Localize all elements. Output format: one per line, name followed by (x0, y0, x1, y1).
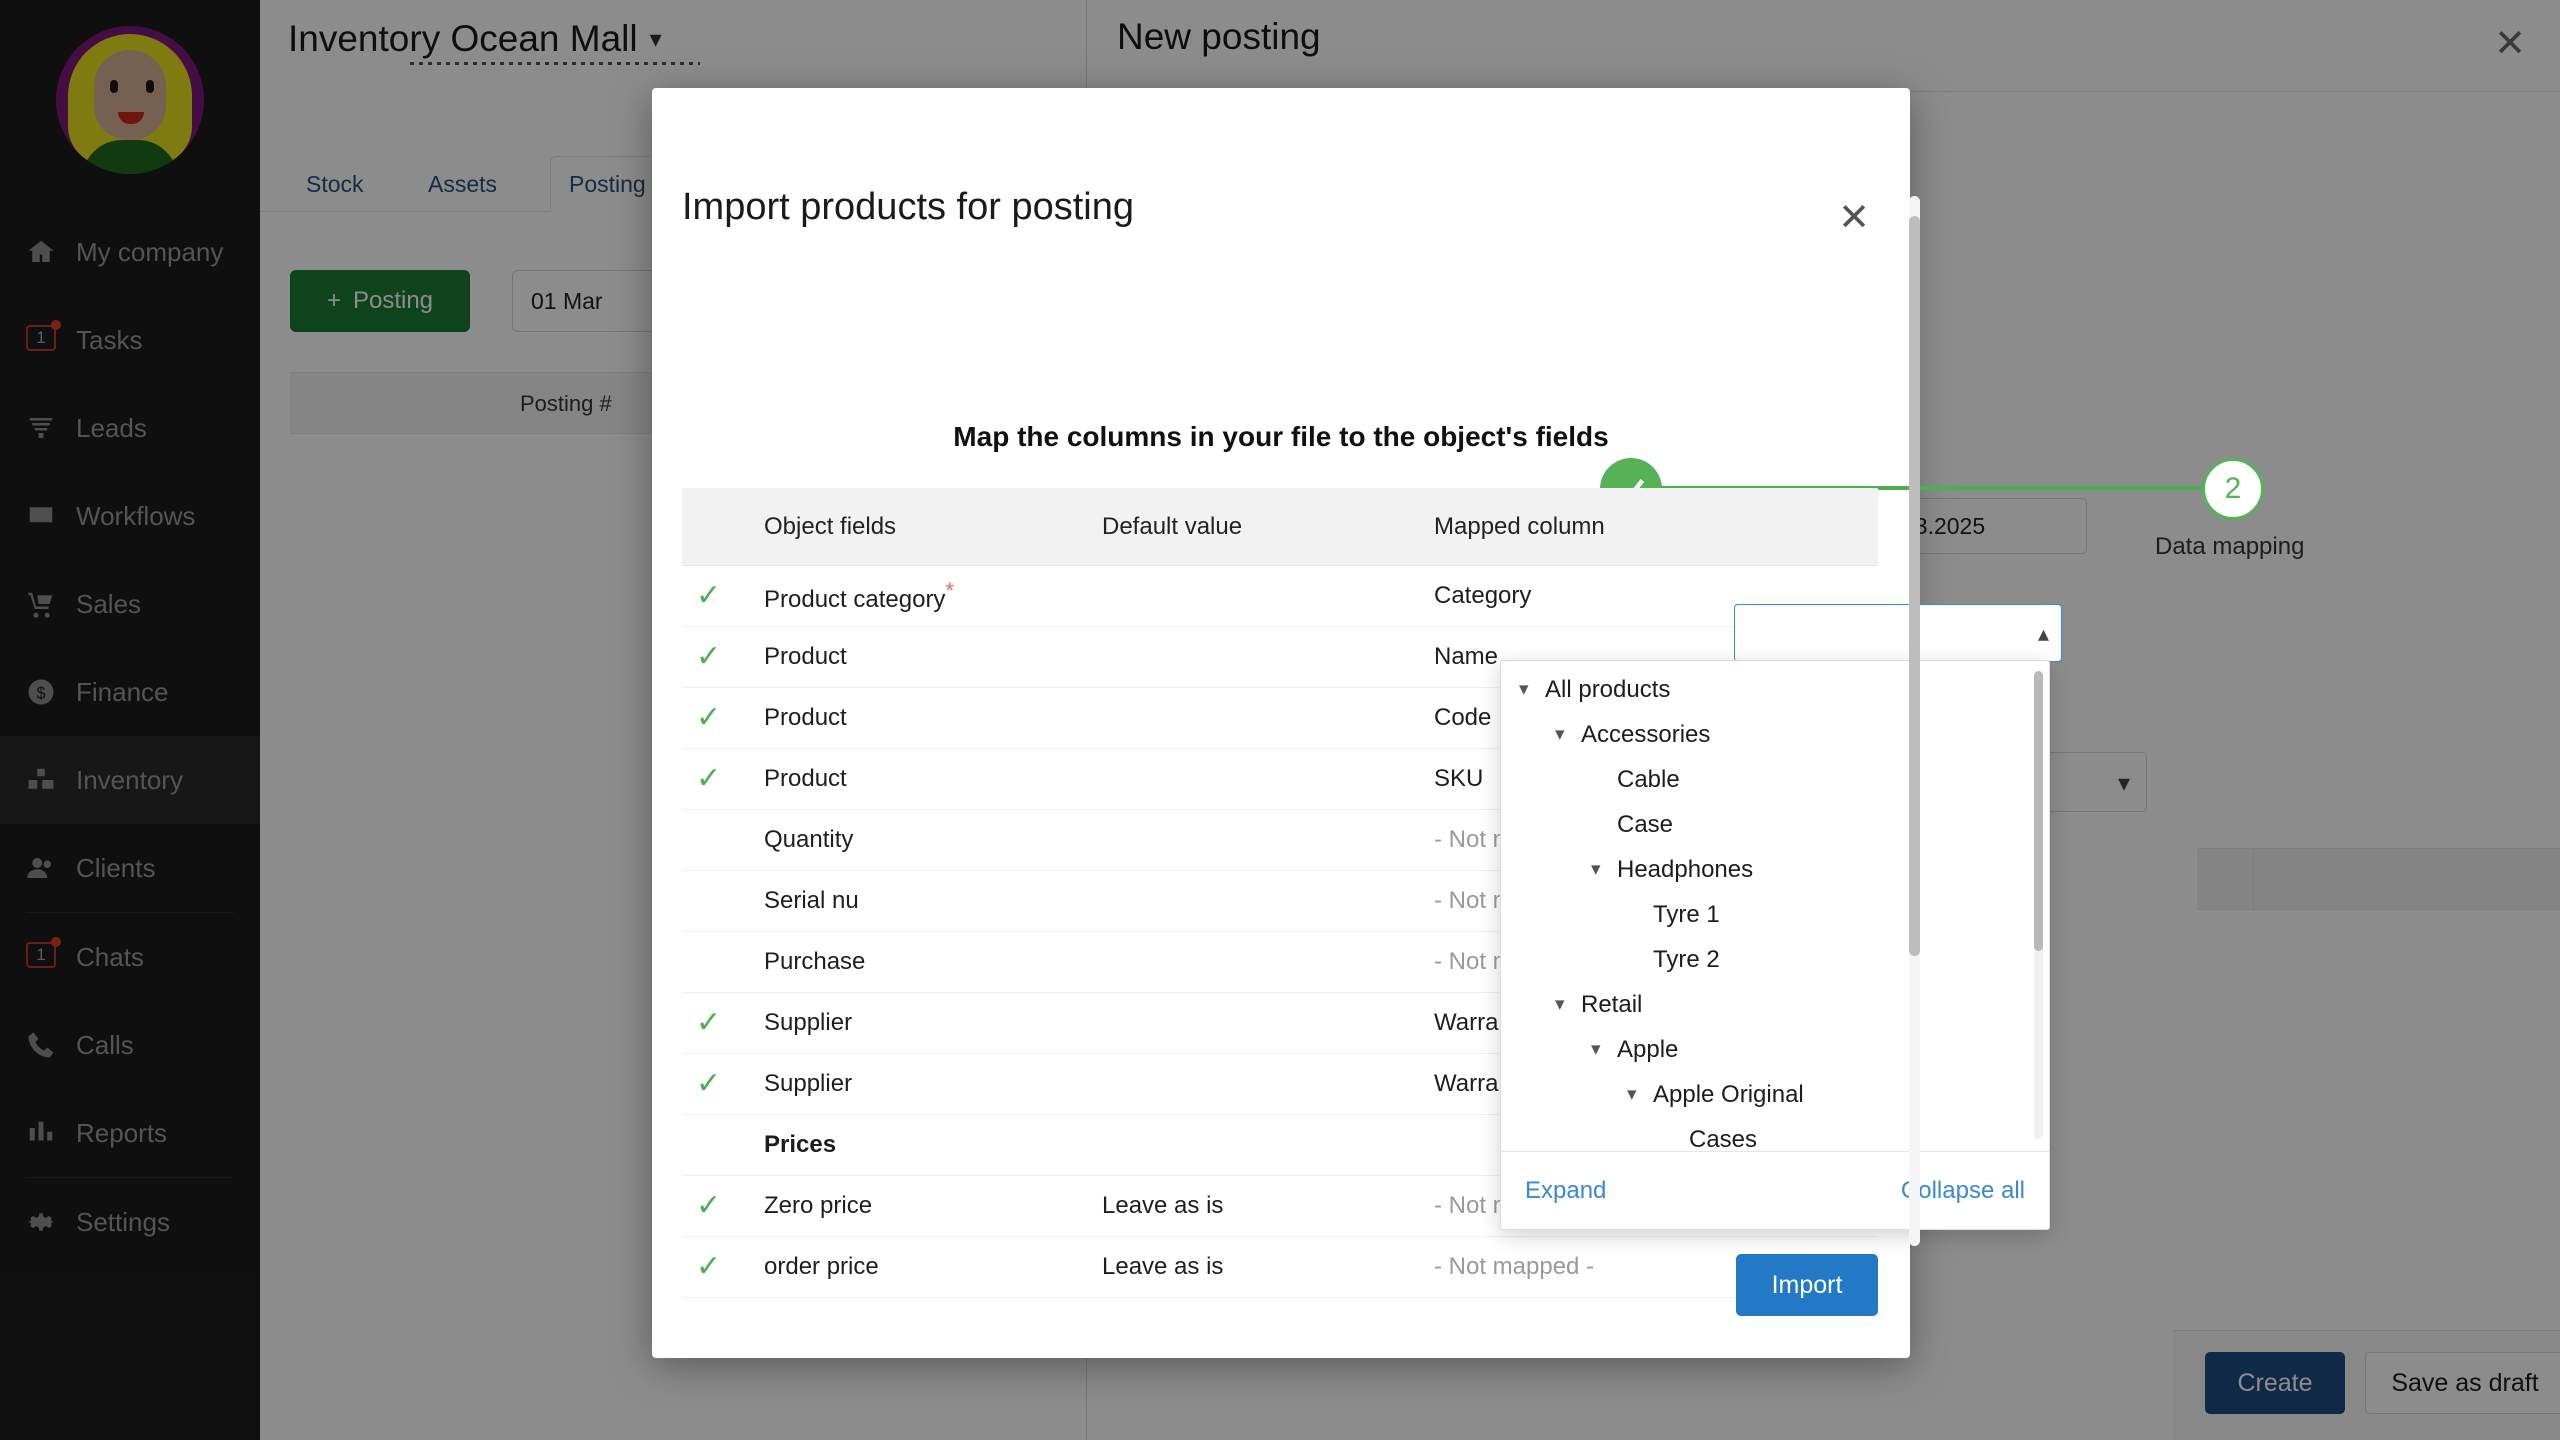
field-name: Serial nu (764, 887, 859, 914)
tree-item-accessories[interactable]: ▾ Accessories (1501, 712, 2049, 757)
check-icon: ✓ (696, 1188, 722, 1222)
tree-item-cases[interactable]: Cases (1501, 1117, 2049, 1155)
tree-item-label: Apple (1617, 1035, 1679, 1063)
tree-item-label: All products (1545, 675, 1671, 703)
tree-item-case[interactable]: Case (1501, 802, 2049, 847)
tree-item-label: Apple Original (1653, 1080, 1804, 1108)
table-row[interactable]: ✓ order price Leave as is - Not mapped - (682, 1237, 1878, 1298)
chevron-down-icon[interactable]: ▾ (1555, 725, 1581, 744)
chevron-down-icon[interactable]: ▾ (1591, 860, 1617, 879)
field-name: Product (764, 704, 847, 731)
chevron-down-icon[interactable]: ▾ (1555, 995, 1581, 1014)
category-tree-list: ▾ All products ▾ Accessories Cable Case … (1501, 667, 2049, 1155)
tree-item-label: Tyre 1 (1653, 900, 1720, 928)
tree-item-headphones[interactable]: ▾ Headphones (1501, 847, 2049, 892)
tree-item-label: Cases (1689, 1125, 1758, 1153)
dropdown-scrollbar[interactable] (2034, 671, 2043, 1139)
dropdown-scrollbar-thumb[interactable] (2034, 671, 2043, 951)
field-name: Supplier (764, 1009, 853, 1036)
modal-scrollbar-thumb[interactable] (1909, 216, 1920, 956)
tree-item-label: Headphones (1617, 855, 1754, 883)
tree-item-apple[interactable]: ▾ Apple (1501, 1027, 2049, 1072)
tree-item-all-products[interactable]: ▾ All products (1501, 667, 2049, 712)
chevron-down-icon[interactable]: ▾ (1591, 1040, 1617, 1059)
field-name: Quantity (764, 826, 854, 853)
check-icon: ✓ (696, 639, 722, 673)
tree-item-label: Case (1617, 810, 1674, 838)
chevron-up-icon: ▴ (2037, 621, 2049, 646)
required-asterisk: * (945, 578, 954, 603)
table-header-row: Object fields Default value Mapped colum… (682, 488, 1878, 566)
field-name: order price (764, 1253, 879, 1280)
map-columns-heading: Map the columns in your file to the obje… (953, 421, 1609, 452)
default-value[interactable]: Leave as is (1090, 1253, 1420, 1281)
check-icon: ✓ (696, 1005, 722, 1039)
tree-item-tyre-2[interactable]: Tyre 2 (1501, 937, 2049, 982)
tree-item-label: Retail (1581, 990, 1643, 1018)
close-icon[interactable]: ✕ (1832, 196, 1876, 240)
tree-item-cable[interactable]: Cable (1501, 757, 2049, 802)
check-icon: ✓ (696, 761, 722, 795)
chevron-down-icon[interactable]: ▾ (1627, 1085, 1653, 1104)
modal-title: Import products for posting (682, 186, 1134, 228)
chevron-down-icon[interactable]: ▾ (1519, 680, 1545, 699)
field-name: Zero price (764, 1192, 873, 1219)
expand-link[interactable]: Expand (1525, 1177, 1606, 1205)
field-name: Product (764, 765, 847, 792)
column-object-fields: Object fields (764, 512, 897, 540)
import-products-modal: Import products for posting ✕ 2 Upload f… (652, 88, 2304, 1358)
tree-item-tyre-1[interactable]: Tyre 1 (1501, 892, 2049, 937)
group-name: Prices (764, 1131, 837, 1158)
tree-item-label: Accessories (1581, 720, 1711, 748)
modal-import-button[interactable]: Import (1736, 1254, 1878, 1316)
tree-item-label: Tyre 2 (1653, 945, 1720, 973)
default-value[interactable]: Leave as is (1090, 1192, 1420, 1220)
table-row[interactable]: ✓ Product category* Category (682, 566, 1878, 627)
field-name: Product category (764, 586, 946, 613)
product-category-combobox[interactable]: ▴ (1734, 604, 2062, 662)
dropdown-footer: Expand Collapse all (1501, 1151, 2049, 1229)
field-name: Product (764, 643, 847, 670)
column-default-value: Default value (1102, 512, 1243, 540)
check-icon: ✓ (696, 1249, 722, 1283)
field-name: Supplier (764, 1070, 853, 1097)
step-2-data-mapping[interactable]: 2 (2202, 458, 2264, 520)
tree-item-retail[interactable]: ▾ Retail (1501, 982, 2049, 1027)
step-2-label: Data mapping (2155, 533, 2305, 560)
check-icon: ✓ (696, 700, 722, 734)
check-icon: ✓ (696, 1066, 722, 1100)
column-mapped-column: Mapped column (1434, 512, 1605, 540)
tree-item-apple-original[interactable]: ▾ Apple Original (1501, 1072, 2049, 1117)
field-name: Purchase (764, 948, 866, 975)
check-icon: ✓ (696, 578, 722, 612)
step-2-number: 2 (2224, 472, 2242, 505)
tree-item-label: Cable (1617, 765, 1680, 793)
category-tree-dropdown: ▾ All products ▾ Accessories Cable Case … (1500, 660, 2050, 1230)
modal-scrollbar[interactable] (1909, 196, 1920, 1246)
import-stepper: 2 Upload file Data mapping (652, 268, 2304, 560)
